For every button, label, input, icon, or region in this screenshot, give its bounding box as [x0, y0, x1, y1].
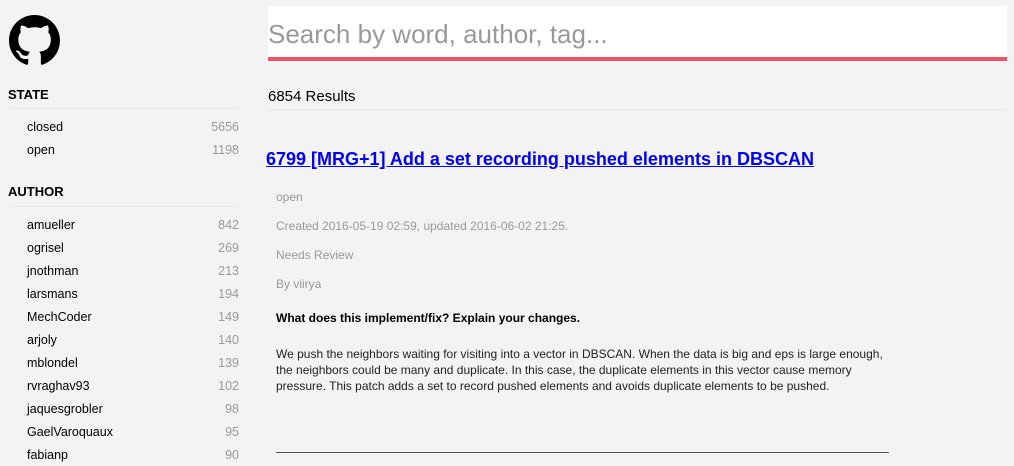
- search-input[interactable]: [268, 6, 1007, 56]
- filter-count: 98: [225, 402, 239, 416]
- filter-item-rvraghav93[interactable]: rvraghav93 102: [27, 379, 239, 393]
- result-state: open: [276, 190, 303, 204]
- filter-count: 842: [218, 218, 239, 232]
- filter-count: 95: [225, 425, 239, 439]
- filter-count: 213: [218, 264, 239, 278]
- result-title-link[interactable]: 6799 [MRG+1] Add a set recording pushed …: [266, 149, 814, 170]
- filter-item-arjoly[interactable]: arjoly 140: [27, 333, 239, 347]
- filter-label: closed: [27, 120, 64, 134]
- filter-label: rvraghav93: [27, 379, 90, 393]
- filter-item-gaelvaroquaux[interactable]: GaelVaroquaux 95: [27, 425, 239, 439]
- filter-label: MechCoder: [27, 310, 92, 324]
- filter-count: 1198: [212, 143, 239, 157]
- filter-item-amueller[interactable]: amueller 842: [27, 218, 239, 232]
- filter-label: GaelVaroquaux: [27, 425, 113, 439]
- filter-item-mblondel[interactable]: mblondel 139: [27, 356, 239, 370]
- filter-label: arjoly: [27, 333, 57, 347]
- filter-count: 194: [218, 287, 239, 301]
- filter-count: 5656: [211, 120, 239, 134]
- filter-label: jaquesgrobler: [27, 402, 103, 416]
- result-author: By viirya: [276, 277, 322, 291]
- filter-item-open[interactable]: open 1198: [27, 143, 239, 157]
- divider: [9, 108, 239, 109]
- filter-label: mblondel: [27, 356, 78, 370]
- filter-count: 139: [218, 356, 239, 370]
- results-count: 6854 Results: [268, 88, 356, 105]
- filter-count: 140: [218, 333, 239, 347]
- filter-label: ogrisel: [27, 241, 64, 255]
- state-heading: STATE: [8, 87, 49, 102]
- filter-item-ogrisel[interactable]: ogrisel 269: [27, 241, 239, 255]
- result-question: What does this implement/fix? Explain yo…: [276, 311, 581, 325]
- filter-count: 102: [218, 379, 239, 393]
- filter-label: amueller: [27, 218, 75, 232]
- filter-label: larsmans: [27, 287, 78, 301]
- filter-item-larsmans[interactable]: larsmans 194: [27, 287, 239, 301]
- filter-item-closed[interactable]: closed 5656: [27, 120, 239, 134]
- search-box: [268, 6, 1007, 61]
- filter-item-jnothman[interactable]: jnothman 213: [27, 264, 239, 278]
- divider: [276, 452, 889, 453]
- filter-label: fabianp: [27, 448, 69, 462]
- result-body: We push the neighbors waiting for visiti…: [276, 347, 883, 393]
- filter-count: 269: [218, 241, 239, 255]
- divider: [9, 206, 239, 207]
- filter-label: open: [27, 143, 55, 157]
- author-heading: AUTHOR: [8, 184, 64, 199]
- github-logo-icon[interactable]: [9, 15, 60, 66]
- result-dates: Created 2016-05-19 02:59, updated 2016-0…: [276, 219, 569, 233]
- divider: [268, 109, 1007, 111]
- filter-label: jnothman: [27, 264, 79, 278]
- filter-item-mechcoder[interactable]: MechCoder 149: [27, 310, 239, 324]
- filter-count: 149: [218, 310, 239, 324]
- filter-item-jaquesgrobler[interactable]: jaquesgrobler 98: [27, 402, 239, 416]
- filter-count: 90: [225, 448, 239, 462]
- result-label: Needs Review: [276, 248, 354, 262]
- sidebar: STATE closed 5656 open 1198 AUTHOR amueller…: [0, 0, 248, 466]
- filter-item-fabianp[interactable]: fabianp 90: [27, 448, 239, 462]
